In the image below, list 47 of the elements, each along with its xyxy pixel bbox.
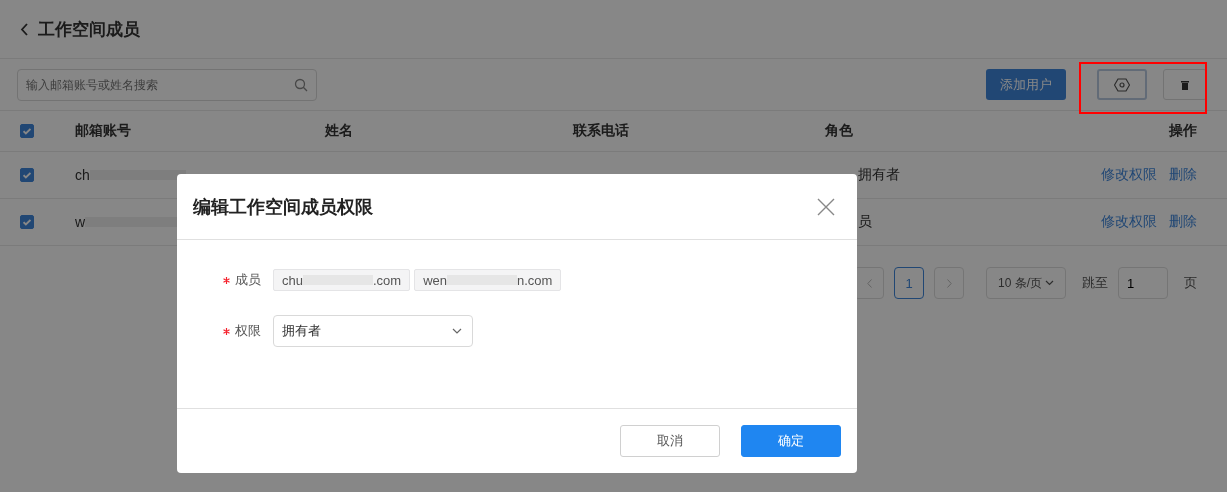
search-field[interactable]: 输入邮箱账号或姓名搜索 xyxy=(17,68,317,101)
page-size-select[interactable]: 10 条/页 xyxy=(986,267,1066,299)
role-cell-text: 员 xyxy=(858,213,873,231)
check-icon xyxy=(23,171,31,179)
delete-button[interactable] xyxy=(1163,69,1207,100)
action-link[interactable]: 删除 xyxy=(1169,213,1197,231)
trash-icon xyxy=(1181,79,1189,90)
action-link[interactable]: 删除 xyxy=(1169,166,1197,184)
close-button[interactable] xyxy=(817,197,835,216)
column-header: 联系电话 xyxy=(573,122,630,140)
chevron-right-icon xyxy=(946,278,952,288)
page-unit-label: 页 xyxy=(1184,274,1197,292)
member-tag: wen n.com xyxy=(414,269,562,291)
cancel-button[interactable]: 取消 xyxy=(620,425,720,457)
settings-button[interactable] xyxy=(1097,69,1147,100)
chevron-left-icon xyxy=(866,278,872,288)
field-label: 成员 xyxy=(235,271,261,289)
dialog-title: 编辑工作空间成员权限 xyxy=(193,195,373,219)
confirm-button[interactable]: 确定 xyxy=(741,425,841,457)
field-label: 权限 xyxy=(235,322,261,340)
email-cell: ch xyxy=(75,167,90,183)
action-link[interactable]: 修改权限 xyxy=(1101,166,1157,184)
column-header: 邮箱账号 xyxy=(75,122,132,140)
email-cell: w xyxy=(75,214,86,230)
column-header: 姓名 xyxy=(325,122,354,140)
page-button[interactable]: 1 xyxy=(894,267,924,299)
column-header: 操作 xyxy=(1169,122,1197,140)
check-icon xyxy=(23,218,31,226)
column-header: 角色 xyxy=(825,122,854,140)
page-title: 工作空间成员 xyxy=(38,18,140,41)
member-tag: chu .com xyxy=(273,269,411,291)
row-checkbox[interactable] xyxy=(20,215,34,229)
role-cell-text: 拥有者 xyxy=(858,166,901,184)
back-icon[interactable] xyxy=(20,22,28,36)
jump-page-input[interactable]: 1 xyxy=(1118,267,1168,299)
jump-label: 跳至 xyxy=(1082,274,1108,292)
search-icon[interactable] xyxy=(294,77,308,92)
chevron-down-icon xyxy=(1045,280,1054,286)
row-checkbox[interactable] xyxy=(20,168,34,182)
check-icon xyxy=(23,127,31,135)
permission-select[interactable]: 拥有者 xyxy=(273,315,473,347)
chevron-down-icon xyxy=(452,328,462,334)
add-user-button[interactable]: 添加用户 xyxy=(986,69,1066,100)
action-link[interactable]: 修改权限 xyxy=(1101,213,1157,231)
select-all-checkbox[interactable] xyxy=(20,124,34,138)
hexagon-icon xyxy=(1114,77,1130,92)
close-icon xyxy=(817,197,835,216)
